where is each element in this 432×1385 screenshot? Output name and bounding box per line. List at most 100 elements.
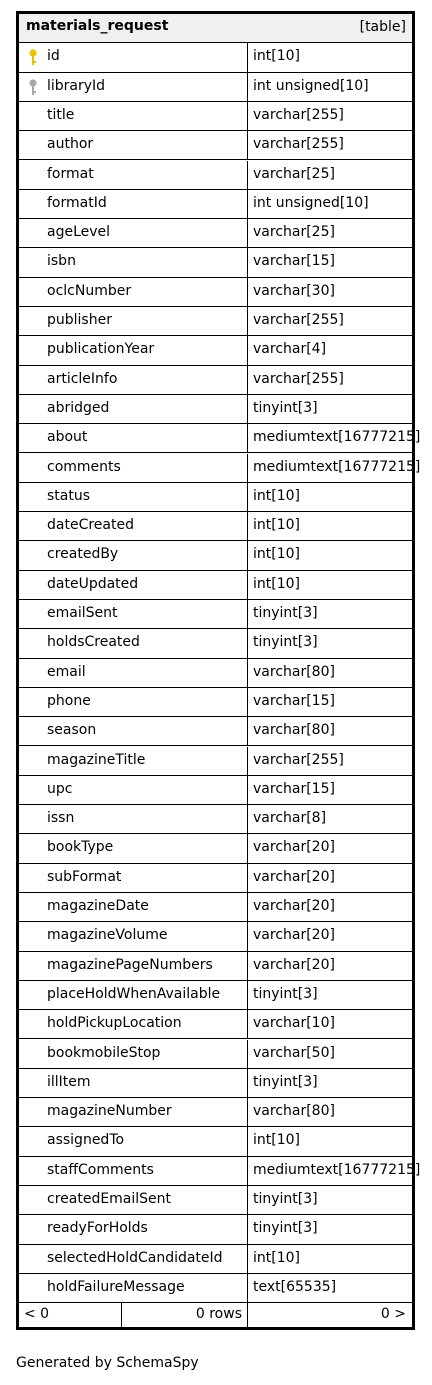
- column-name-cell: season: [19, 717, 248, 746]
- column-name[interactable]: holdFailureMessage: [47, 1279, 185, 1295]
- column-name[interactable]: emailSent: [47, 605, 117, 621]
- column-name-cell: bookType: [19, 834, 248, 863]
- column-name[interactable]: abridged: [47, 400, 109, 416]
- column-type: int unsigned[10]: [253, 77, 369, 94]
- column-row: dateCreated int[10]: [19, 512, 412, 542]
- column-name-cell: email: [19, 658, 248, 687]
- children-count-cell: 0 >: [248, 1303, 412, 1327]
- column-name[interactable]: magazineNumber: [47, 1103, 172, 1119]
- column-name[interactable]: author: [47, 136, 93, 152]
- column-name-cell: readyForHolds: [19, 1215, 248, 1244]
- column-name[interactable]: holdPickupLocation: [47, 1015, 182, 1031]
- column-name[interactable]: subFormat: [47, 869, 121, 885]
- column-row: ageLevel varchar[25]: [19, 219, 412, 249]
- column-name[interactable]: holdsCreated: [47, 634, 140, 650]
- column-name[interactable]: about: [47, 429, 87, 445]
- foreign-key-icon: [29, 78, 37, 95]
- column-row: magazineVolume varchar[20]: [19, 922, 412, 952]
- column-name[interactable]: issn: [47, 810, 74, 826]
- column-row: id int[10]: [19, 43, 412, 73]
- column-type: int unsigned[10]: [253, 194, 369, 211]
- column-name-cell: magazineVolume: [19, 922, 248, 951]
- column-name[interactable]: magazinePageNumbers: [47, 957, 213, 973]
- column-name[interactable]: dateCreated: [47, 517, 134, 533]
- column-name[interactable]: isbn: [47, 253, 76, 269]
- column-name[interactable]: articleInfo: [47, 371, 117, 387]
- column-row: publicationYear varchar[4]: [19, 336, 412, 366]
- column-name[interactable]: format: [47, 166, 94, 182]
- column-type: varchar[20]: [253, 927, 335, 944]
- column-type: varchar[25]: [253, 224, 335, 241]
- column-type: text[65535]: [253, 1278, 337, 1295]
- generated-by-label: Generated by SchemaSpy: [16, 1355, 199, 1371]
- column-name[interactable]: publisher: [47, 312, 112, 328]
- column-type: varchar[20]: [253, 839, 335, 856]
- column-name[interactable]: bookType: [47, 839, 113, 855]
- column-name[interactable]: createdEmailSent: [47, 1191, 171, 1207]
- column-name[interactable]: selectedHoldCandidateId: [47, 1250, 223, 1266]
- children-count: 0 >: [380, 1306, 406, 1322]
- column-name[interactable]: placeHoldWhenAvailable: [47, 986, 220, 1002]
- column-name-cell: upc: [19, 775, 248, 805]
- schema-table: materials_request [table] id int[10] libra…: [16, 11, 420, 1330]
- column-name[interactable]: readyForHolds: [47, 1220, 148, 1236]
- column-name[interactable]: bookmobileStop: [47, 1045, 160, 1061]
- column-name[interactable]: status: [47, 488, 90, 504]
- column-row: upc varchar[15]: [19, 775, 412, 806]
- parents-count-cell: < 0: [19, 1303, 122, 1327]
- column-name-cell: phone: [19, 687, 248, 717]
- column-name-cell: ageLevel: [19, 219, 248, 248]
- column-name[interactable]: publicationYear: [47, 341, 154, 357]
- column-name[interactable]: upc: [47, 781, 72, 797]
- column-name[interactable]: magazineTitle: [47, 752, 145, 768]
- column-name-cell: oclcNumber: [19, 277, 248, 306]
- column-type: varchar[255]: [253, 136, 344, 153]
- column-name[interactable]: illItem: [47, 1074, 91, 1090]
- column-row: bookType varchar[20]: [19, 834, 412, 864]
- column-name-cell: issn: [19, 805, 248, 834]
- column-type: varchar[255]: [253, 106, 344, 123]
- table-name[interactable]: materials_request: [26, 18, 168, 34]
- column-type: varchar[4]: [253, 341, 327, 358]
- column-row: comments mediumtext[16777215]: [19, 453, 420, 483]
- column-name-cell: placeHoldWhenAvailable: [19, 980, 248, 1010]
- column-name-cell: abridged: [19, 394, 248, 424]
- column-name-cell: format: [19, 160, 248, 189]
- column-row: subFormat varchar[20]: [19, 863, 412, 893]
- column-row: libraryId int unsigned[10]: [19, 72, 412, 102]
- column-name[interactable]: staffComments: [47, 1162, 154, 1178]
- column-name[interactable]: libraryId: [47, 78, 105, 94]
- column-name[interactable]: oclcNumber: [47, 283, 131, 299]
- column-name[interactable]: assignedTo: [47, 1132, 124, 1148]
- column-name[interactable]: title: [47, 107, 74, 123]
- column-name[interactable]: email: [47, 664, 86, 680]
- column-name[interactable]: dateUpdated: [47, 576, 138, 592]
- column-name[interactable]: id: [47, 48, 60, 64]
- column-type: varchar[50]: [253, 1044, 335, 1061]
- column-name-cell: libraryId: [19, 72, 248, 101]
- column-name-cell: id: [19, 43, 248, 72]
- column-name[interactable]: magazineDate: [47, 898, 149, 914]
- column-name[interactable]: phone: [47, 693, 91, 709]
- column-row: email varchar[80]: [19, 658, 412, 688]
- column-name[interactable]: formatId: [47, 195, 107, 211]
- column-type: tinyint[3]: [253, 1191, 318, 1207]
- column-row: emailSent tinyint[3]: [19, 600, 412, 630]
- column-type: tinyint[3]: [253, 399, 318, 416]
- column-row: holdFailureMessage text[65535]: [19, 1273, 412, 1304]
- column-type: int[10]: [253, 517, 300, 534]
- column-type: int[10]: [253, 48, 300, 65]
- column-name[interactable]: comments: [47, 459, 121, 475]
- column-row: placeHoldWhenAvailable tinyint[3]: [19, 980, 412, 1011]
- column-name-cell: comments: [19, 453, 248, 482]
- table-kind: [table]: [359, 19, 406, 35]
- column-name-cell: magazineTitle: [19, 746, 248, 775]
- column-name-cell: holdPickupLocation: [19, 1010, 248, 1039]
- column-name[interactable]: createdBy: [47, 546, 118, 562]
- column-row: season varchar[80]: [19, 717, 412, 747]
- column-name[interactable]: magazineVolume: [47, 927, 167, 943]
- column-type: tinyint[3]: [253, 1220, 318, 1237]
- column-name[interactable]: ageLevel: [47, 224, 110, 240]
- column-name-cell: title: [19, 101, 248, 131]
- column-name[interactable]: season: [47, 722, 96, 738]
